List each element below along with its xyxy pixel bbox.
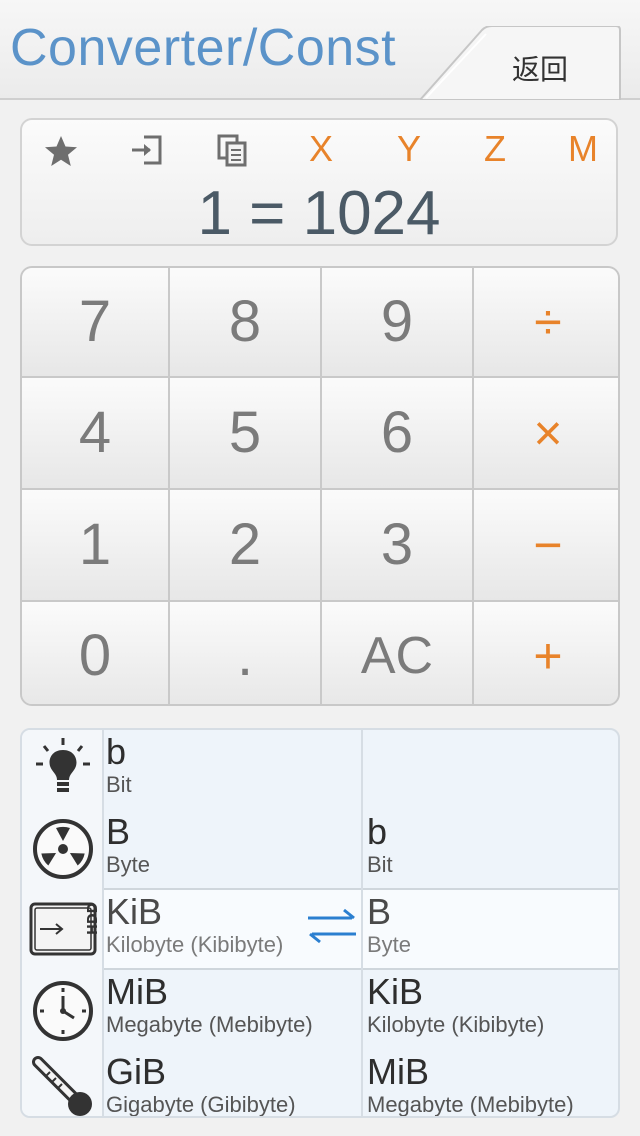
memory-key-m[interactable]: M (558, 128, 608, 170)
to-unit-bit[interactable]: b Bit (367, 812, 393, 878)
clock-icon[interactable] (28, 974, 98, 1044)
unit-name: Kilobyte (Kibibyte) (367, 1012, 545, 1037)
unit-symbol: b (106, 731, 127, 772)
key-0[interactable]: 0 (22, 602, 170, 704)
key-multiply[interactable]: × (474, 378, 618, 490)
key-1[interactable]: 1 (22, 490, 170, 602)
header-bar: Converter/Const 返回 (0, 0, 640, 100)
unit-name: Bit (367, 852, 393, 877)
to-unit-byte[interactable]: B Byte (367, 892, 411, 958)
unit-name: Gigabyte (Gibibyte) (106, 1092, 296, 1117)
to-unit-kibibyte[interactable]: KiB Kilobyte (Kibibyte) (367, 972, 544, 1038)
unit-name: Megabyte (Mebibyte) (367, 1092, 574, 1117)
unit-name: Megabyte (Mebibyte) (106, 1012, 313, 1037)
to-unit-mebibyte[interactable]: MiB Megabyte (Mebibyte) (367, 1051, 574, 1117)
unit-symbol: B (367, 891, 392, 932)
unit-symbol: KiB (367, 971, 424, 1012)
unit-name: Byte (367, 932, 412, 957)
keypad: 7 8 9 ÷ 4 5 6 × 1 2 3 − 0 . AC + (20, 266, 620, 706)
unit-name: Kilobyte (Kibibyte) (106, 932, 284, 957)
key-2[interactable]: 2 (170, 490, 322, 602)
page-title: Converter/Const (10, 19, 397, 77)
back-button-label: 返回 (512, 53, 569, 86)
from-unit-kibibyte[interactable]: KiB Kilobyte (Kibibyte) (106, 892, 283, 958)
radiation-icon[interactable] (28, 814, 98, 884)
key-5[interactable]: 5 (170, 378, 322, 490)
unit-name: Byte (106, 852, 151, 877)
unit-symbol: KiB (106, 891, 163, 932)
key-all-clear[interactable]: AC (322, 602, 474, 704)
key-add[interactable]: + (474, 602, 618, 704)
key-subtract[interactable]: − (474, 490, 618, 602)
calculator-display: X Y Z M 1 = 1024 (20, 118, 618, 248)
thermometer-icon[interactable] (28, 1052, 98, 1116)
unit-symbol: MiB (106, 971, 168, 1012)
unit-symbol: GiB (106, 1051, 167, 1092)
unit-name: Bit (106, 772, 132, 797)
import-icon[interactable] (122, 130, 172, 170)
svg-text:HDD: HDD (86, 902, 98, 935)
key-decimal[interactable]: . (170, 602, 322, 704)
unit-symbol: B (106, 811, 131, 852)
key-6[interactable]: 6 (322, 378, 474, 490)
from-unit-mebibyte[interactable]: MiB Megabyte (Mebibyte) (106, 972, 313, 1038)
expression-readout: 1 = 1024 (197, 179, 441, 248)
from-unit-bit[interactable]: b Bit (106, 732, 132, 798)
key-3[interactable]: 3 (322, 490, 474, 602)
key-8[interactable]: 8 (170, 268, 322, 378)
key-divide[interactable]: ÷ (474, 268, 618, 378)
key-7[interactable]: 7 (22, 268, 170, 378)
memory-key-y[interactable]: Y (384, 128, 434, 170)
key-9[interactable]: 9 (322, 268, 474, 378)
from-unit-byte[interactable]: B Byte (106, 812, 150, 878)
key-4[interactable]: 4 (22, 378, 170, 490)
unit-symbol: MiB (367, 1051, 429, 1092)
from-unit-gibibyte[interactable]: GiB Gigabyte (Gibibyte) (106, 1051, 296, 1117)
unit-picker: HDD b Bit B Byte b Bit KiB Kilobyte (Kib… (20, 728, 620, 1118)
unit-symbol: b (367, 811, 388, 852)
star-icon[interactable] (36, 130, 86, 170)
memory-key-x[interactable]: X (296, 128, 346, 170)
swap-units-icon[interactable] (304, 906, 360, 946)
memory-key-z[interactable]: Z (470, 128, 520, 170)
copy-icon[interactable] (208, 130, 258, 170)
lightbulb-icon[interactable] (28, 734, 98, 804)
back-button[interactable]: 返回 (420, 26, 640, 100)
hdd-icon[interactable]: HDD (28, 894, 101, 964)
column-divider (361, 730, 363, 1116)
